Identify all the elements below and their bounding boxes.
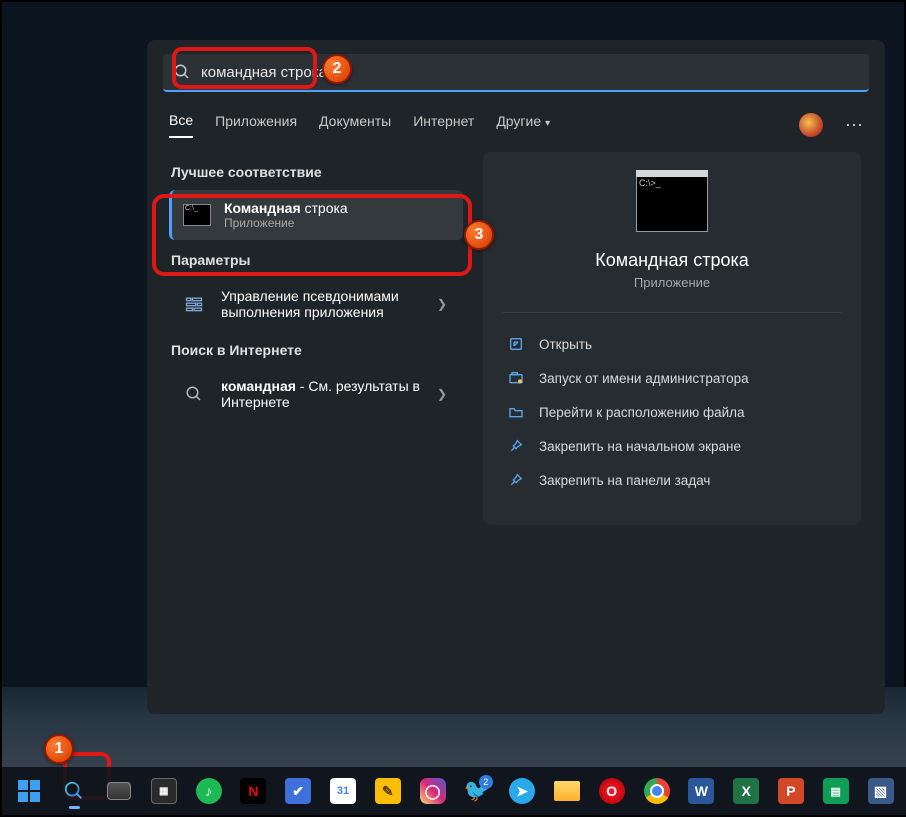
taskbar-explorer[interactable] [548, 771, 587, 811]
taskbar-calculator[interactable]: ▦ [144, 771, 183, 811]
action-run-as-admin[interactable]: Запуск от имени администратора [503, 361, 841, 395]
search-filter-tabs: Все Приложения Документы Интернет Другие… [147, 92, 885, 138]
taskbar-task-view[interactable] [100, 771, 139, 811]
admin-icon [507, 369, 525, 387]
step-badge-1: 1 [44, 734, 74, 764]
tab-apps[interactable]: Приложения [215, 113, 297, 137]
action-open[interactable]: Открыть [503, 327, 841, 361]
taskbar-calendar[interactable]: 31 [324, 771, 363, 811]
taskbar-word[interactable]: W [682, 771, 721, 811]
taskbar-netflix[interactable]: N [234, 771, 273, 811]
section-web-search: Поиск в Интернете [171, 342, 463, 358]
search-icon [173, 63, 191, 81]
settings-icon [179, 289, 209, 319]
taskbar-keep[interactable]: ✎ [368, 771, 407, 811]
windows-search-panel: Все Приложения Документы Интернет Другие… [147, 40, 885, 714]
detail-subtitle: Приложение [634, 275, 710, 290]
search-input[interactable] [201, 64, 859, 81]
section-best-match: Лучшее соответствие [171, 164, 463, 180]
tab-more[interactable]: Другие▾ [496, 113, 550, 137]
taskbar-app[interactable]: ▧ [861, 771, 900, 811]
taskbar-opera[interactable]: O [592, 771, 631, 811]
result-subtitle: Приложение [224, 216, 348, 230]
step-badge-2: 2 [322, 54, 352, 84]
tab-documents[interactable]: Документы [319, 113, 391, 137]
more-options-button[interactable]: ⋯ [845, 115, 863, 136]
open-icon [507, 335, 525, 353]
result-web-search[interactable]: командная - См. результаты в Интернете ❯ [169, 368, 463, 420]
search-icon [179, 379, 209, 409]
cmd-icon [182, 200, 212, 230]
pin-icon [507, 471, 525, 489]
taskbar-chrome[interactable] [637, 771, 676, 811]
taskbar-search-button[interactable] [55, 771, 94, 811]
action-pin-taskbar[interactable]: Закрепить на панели задач [503, 463, 841, 497]
section-settings: Параметры [171, 252, 463, 268]
tab-all[interactable]: Все [169, 112, 193, 138]
taskbar-todo[interactable]: ✔ [279, 771, 318, 811]
search-bar[interactable] [163, 54, 869, 92]
taskbar-telegram[interactable]: ➤ [503, 771, 542, 811]
taskbar-twitter[interactable]: 🐦2 [458, 771, 497, 811]
user-avatar[interactable] [799, 113, 823, 137]
taskbar-sheets[interactable]: ▤ [816, 771, 855, 811]
pin-icon [507, 437, 525, 455]
tab-internet[interactable]: Интернет [413, 113, 474, 137]
result-command-prompt[interactable]: Командная строка Приложение [169, 190, 463, 240]
chevron-down-icon: ▾ [545, 118, 550, 129]
taskbar: ▦ ♪ N ✔ 31 ✎ ◯ 🐦2 ➤ O W X P ▤ ▧ [2, 767, 906, 815]
notification-badge: 2 [479, 775, 493, 789]
result-app-alias-settings[interactable]: Управление псевдонимами выполнения прило… [169, 278, 463, 330]
taskbar-instagram[interactable]: ◯ [413, 771, 452, 811]
action-pin-start[interactable]: Закрепить на начальном экране [503, 429, 841, 463]
start-button[interactable] [10, 771, 49, 811]
chevron-right-icon: ❯ [437, 297, 453, 311]
folder-icon [507, 403, 525, 421]
action-open-file-location[interactable]: Перейти к расположению файла [503, 395, 841, 429]
detail-title: Командная строка [595, 250, 749, 271]
search-icon [63, 780, 85, 802]
cmd-icon-large [636, 176, 708, 232]
chevron-right-icon: ❯ [437, 387, 453, 401]
taskbar-excel[interactable]: X [727, 771, 766, 811]
results-column: Лучшее соответствие Командная строка При… [147, 152, 477, 525]
result-detail-panel: Командная строка Приложение Открыть Запу… [483, 152, 861, 525]
step-badge-3: 3 [464, 220, 494, 250]
divider [503, 312, 841, 313]
taskbar-spotify[interactable]: ♪ [189, 771, 228, 811]
taskbar-powerpoint[interactable]: P [772, 771, 811, 811]
